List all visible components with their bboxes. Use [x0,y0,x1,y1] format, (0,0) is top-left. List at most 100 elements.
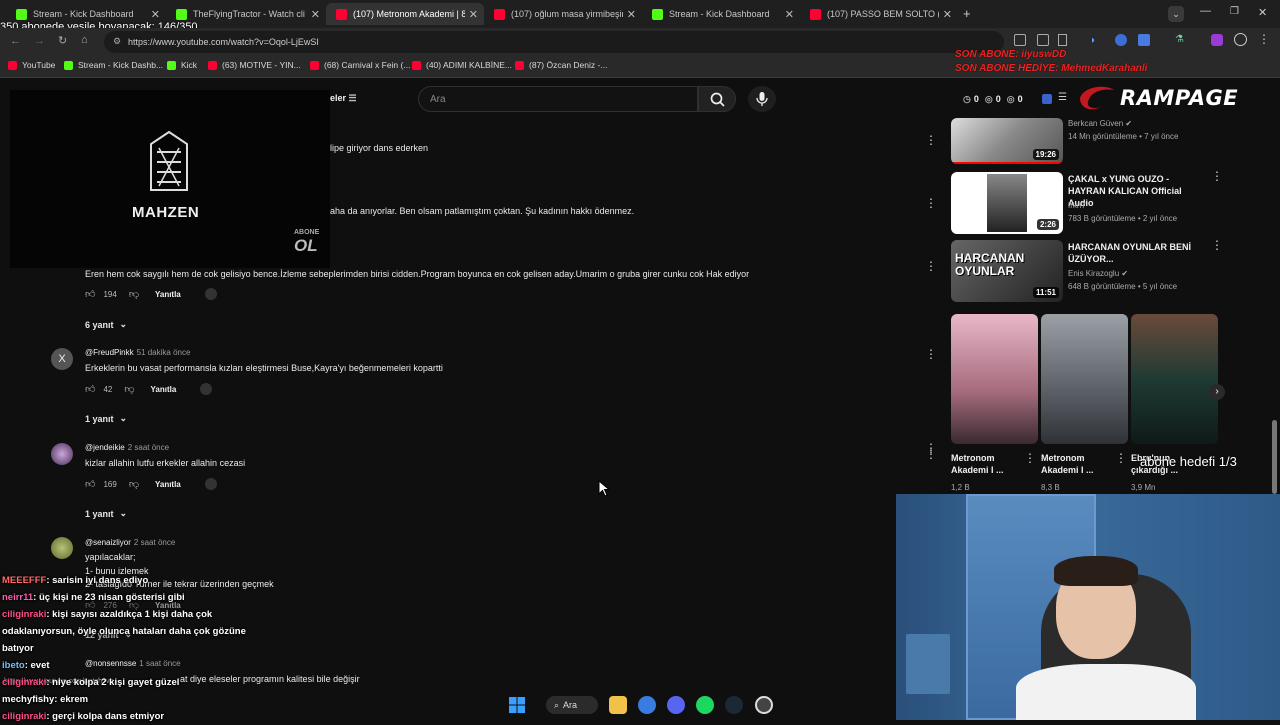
home-icon[interactable]: ⌂ [81,34,88,46]
video-title[interactable]: ÇAKAL x YUNG OUZO - HAYRAN KALICAN Offic… [1068,173,1208,209]
next-arrow-icon[interactable]: › [1209,384,1225,400]
bookmark-kick[interactable]: Kick [167,60,197,70]
comment-author[interactable]: @FreudPinkk 51 dakika önce [85,348,190,357]
obs-icon[interactable] [755,696,773,714]
bookmark-ozcan-deniz[interactable]: (87) Özcan Deniz -... [515,60,607,70]
browser-tab[interactable]: Stream - Kick Dashboard ✕ [642,3,800,25]
forward-icon[interactable]: → [34,35,45,47]
short-menu-icon[interactable]: ⋮ [1024,452,1036,464]
comment-menu-icon[interactable]: ⋮ [925,260,937,272]
view-replies-button[interactable]: 1 yanıt ⌄ [85,413,127,424]
bookmark-youtube[interactable]: YouTube [8,60,55,70]
browser-icon[interactable] [638,696,656,714]
avatar[interactable] [51,537,73,559]
comment-menu-icon[interactable]: ⋮ [925,348,937,360]
video-channel[interactable]: frkn7 [1068,201,1086,210]
list-icon: ☰ [1058,92,1067,103]
like-icon[interactable]: 👍︎ [85,383,95,395]
profile-icon[interactable] [1234,33,1247,46]
video-thumbnail[interactable]: HARCANAN OYUNLAR 11:51 [951,240,1063,302]
spotify-icon[interactable] [696,696,714,714]
view-replies-button[interactable]: 6 yanıt ⌄ [85,319,127,330]
video-channel[interactable]: Berkcan Güven ✔ [1068,119,1132,128]
short-thumbnail[interactable] [951,314,1038,444]
dislike-icon[interactable]: 👎︎ [129,288,139,300]
kick-icon [16,8,27,20]
comment-author[interactable]: @jendeikie 2 saat önce [85,443,169,452]
voice-search-button[interactable] [748,86,776,112]
back-icon[interactable]: ← [10,35,21,47]
extension-icon[interactable] [1211,34,1223,46]
close-tab-icon[interactable]: ✕ [469,8,478,21]
reply-button[interactable]: Yanıtla [151,385,177,394]
thumbnail-text: HARCANAN OYUNLAR [955,251,1025,278]
puzzle-icon[interactable] [1138,34,1150,46]
comment-author[interactable]: @senaizliyor 2 saat önce [85,538,175,547]
like-icon[interactable]: 👍︎ [85,478,95,490]
dislike-icon[interactable]: 👎︎ [129,478,139,490]
short-menu-icon[interactable]: ⋮ [1115,452,1127,464]
reload-icon[interactable]: ↻ [58,34,67,47]
like-count: 42 [103,384,113,394]
bookmark-kick-dashboard[interactable]: Stream - Kick Dashb... [64,60,163,70]
url-field[interactable]: ⚙ https://www.youtube.com/watch?v=Oqol-L… [104,31,1004,53]
chat-message: ciliginraki: kişi sayısı azaldıkça 1 kiş… [2,606,247,657]
close-tab-icon[interactable]: ✕ [943,8,952,21]
reply-button[interactable]: Yanıtla [155,290,181,299]
chat-text: : üç kişi ne 23 nisan gösterisi gibi [33,592,185,603]
browser-tab-active[interactable]: (107) Metronom Akademi | 8. B ✕ [326,3,484,25]
file-explorer-icon[interactable] [609,696,627,714]
close-tab-icon[interactable]: ✕ [311,8,320,21]
reply-button[interactable]: Yanıtla [155,480,181,489]
discord-icon[interactable] [667,696,685,714]
close-tab-icon[interactable]: ✕ [785,8,794,21]
like-icon[interactable]: 👍︎ [85,288,95,300]
menu-icon[interactable]: ⋮ [1258,32,1270,46]
bookmark-carnival[interactable]: (68) Carnival x Fein (... [310,60,410,70]
install-icon[interactable] [1014,34,1026,46]
shorts-menu-icon[interactable]: ⋮ [925,448,937,460]
close-tab-icon[interactable]: ✕ [627,8,636,21]
maximize-icon[interactable]: ❐ [1230,6,1239,17]
comment-menu-icon[interactable]: ⋮ [925,197,937,209]
browser-tab[interactable]: (107) oğlum masa yirmibeşin sı ✕ [484,3,642,25]
scrollbar-thumb[interactable] [1272,420,1277,494]
video-menu-icon[interactable]: ⋮ [1211,170,1223,182]
bookmark-icon[interactable] [1058,34,1067,46]
browser-tab[interactable]: (107) PASSO BEM SOLTO (ULTR ✕ [800,3,958,25]
search-button[interactable] [698,86,736,112]
search-input[interactable]: Ara [418,86,698,112]
video-channel[interactable]: Enis Kirazoglu ✔ [1068,269,1128,278]
avatar[interactable]: X [51,348,73,370]
close-tab-icon[interactable]: ✕ [151,8,160,21]
verified-icon: ✔ [1125,119,1133,128]
tab-search-icon[interactable]: ⌄ [1168,6,1184,22]
new-tab-icon[interactable]: + [963,6,971,21]
close-window-icon[interactable]: ✕ [1258,6,1267,19]
lab-icon[interactable]: ⚗ [1175,34,1184,45]
video-thumbnail[interactable]: 2:26 [951,172,1063,234]
short-title[interactable]: Metronom Akademi I ... [951,452,1023,476]
avatar[interactable] [51,443,73,465]
site-info-icon[interactable]: ⚙ [113,36,121,47]
comment-menu-icon[interactable]: ⋮ [925,134,937,146]
video-menu-icon[interactable]: ⋮ [1211,239,1223,251]
steam-icon[interactable] [725,696,743,714]
short-title[interactable]: Metronom Akademi I ... [1041,452,1113,476]
extension-icon[interactable] [1115,34,1127,46]
bookmark-adimi-kalbine[interactable]: (40) ADIMI KALBİNE... [412,60,512,70]
dislike-icon[interactable]: 👎︎ [124,383,134,395]
extension-icon[interactable]: ◗ [1090,35,1096,46]
view-replies-button[interactable]: 1 yanıt ⌄ [85,508,127,519]
short-thumbnail[interactable] [1041,314,1128,444]
sort-button[interactable]: eler ☰ [330,93,357,104]
video-thumbnail[interactable]: 19:26 [951,118,1063,164]
video-title[interactable]: HARCANAN OYUNLAR BENİ ÜZÜYOR... [1068,241,1208,265]
short-thumbnail[interactable] [1131,314,1218,444]
minimize-icon[interactable]: — [1200,5,1211,17]
bookmark-motive[interactable]: (63) MOTIVE - YIN... [208,60,301,70]
creator-heart-icon [204,288,217,300]
taskbar-search[interactable]: ⌕ Ara [546,696,598,714]
share-icon[interactable] [1037,34,1049,46]
windows-start-icon[interactable] [508,696,526,714]
